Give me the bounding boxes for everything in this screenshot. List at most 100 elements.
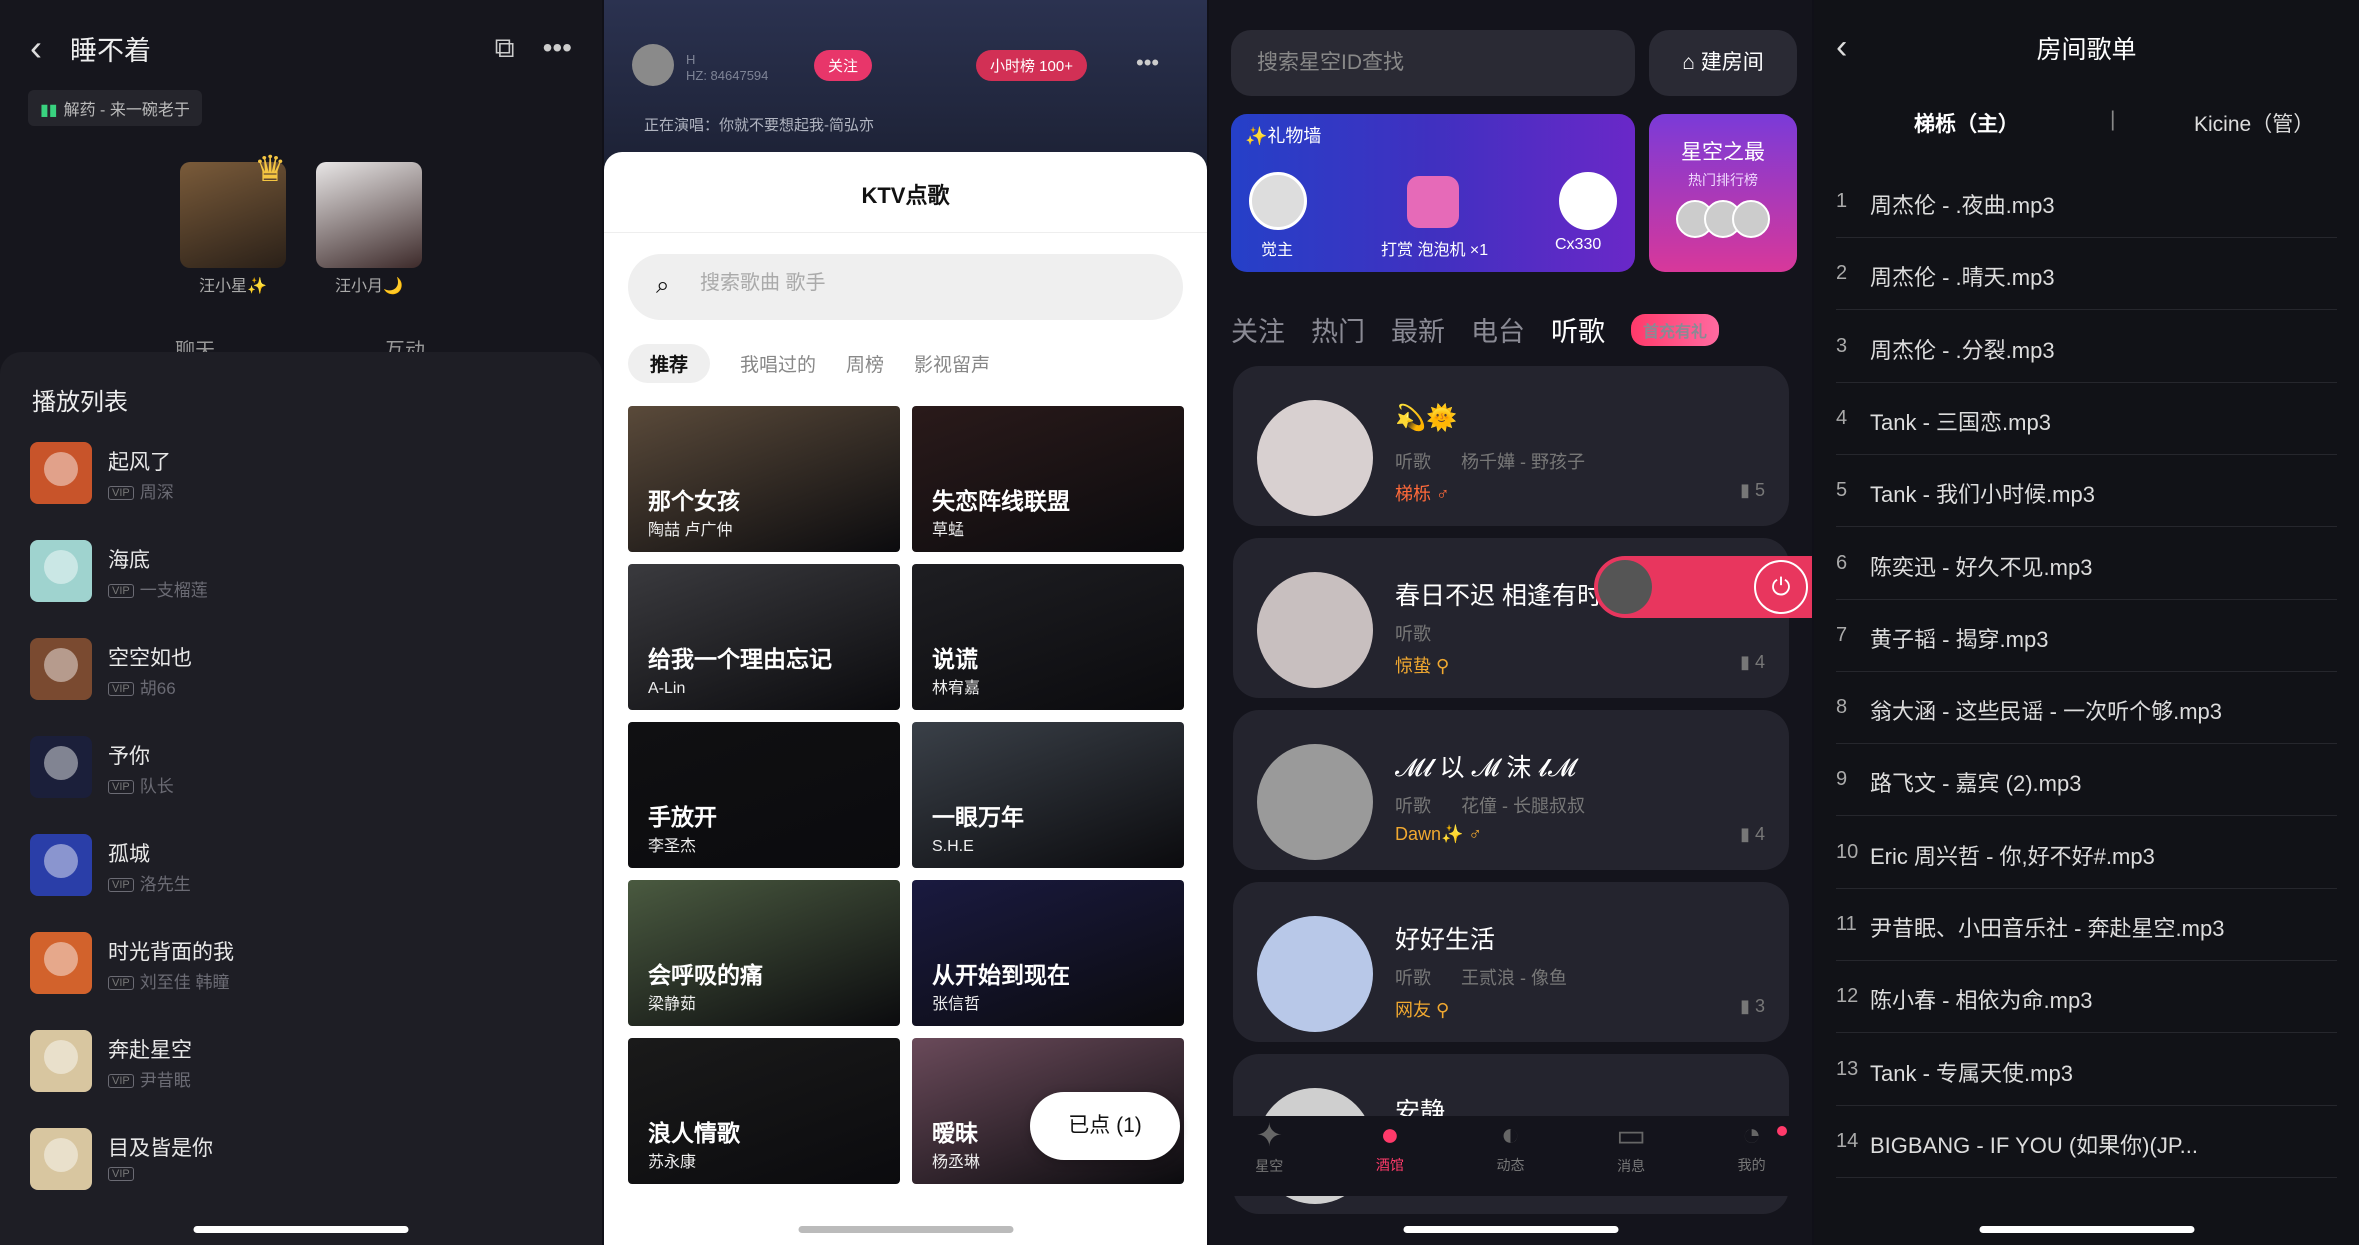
album-cover xyxy=(30,1128,92,1190)
ktv-song-card[interactable]: 一眼万年 S.H.E xyxy=(912,722,1184,868)
ktv-song-card[interactable]: 会呼吸的痛 梁静茹 xyxy=(628,880,900,1026)
avatar xyxy=(1598,560,1652,614)
playlist-item[interactable]: 孤城 VIP 洛先生 xyxy=(30,834,570,904)
ktv-song-card[interactable]: 浪人情歌 苏永康 xyxy=(628,1038,900,1184)
room-card[interactable]: 好好生活 听歌 王贰浪 - 像鱼 网友 ⚲ ▮ 3 xyxy=(1233,882,1789,1042)
owner-name[interactable]: 梯栎（主） xyxy=(1914,108,2019,138)
room-type: 听歌 xyxy=(1395,796,1431,816)
avatar[interactable] xyxy=(632,44,674,86)
ktv-room-header: H HZ: 84647594 关注 小时榜 100+ ••• 正在演唱：你就不要… xyxy=(604,0,1207,160)
queue-row[interactable]: 4 Tank - 三国恋.mp3 xyxy=(1836,383,2337,455)
playlist-item[interactable]: 空空如也 VIP 胡66 xyxy=(30,638,570,708)
avatar xyxy=(1559,172,1617,230)
ktv-tab[interactable]: 我唱过的 xyxy=(740,344,816,383)
room-meta: 听歌 花僮 - 长腿叔叔 xyxy=(1395,792,1585,818)
notification-dot xyxy=(1777,1126,1787,1136)
queue-song: 尹昔眠、小田音乐社 - 奔赴星空.mp3 xyxy=(1870,916,2225,941)
category-tab[interactable]: 热门 xyxy=(1311,310,1365,349)
song-artist-line: VIP xyxy=(108,1164,140,1184)
bottom-tabbar: ✦ 星空 ● 酒馆 ◐ 动态 ▭ 消息 ◔ 我的 xyxy=(1209,1116,1812,1196)
song-artist-line: VIP 周深 xyxy=(108,478,174,503)
admin-name[interactable]: Kicine（管） xyxy=(2194,108,2314,138)
page-title: 房间歌单 xyxy=(2036,36,2137,64)
ranking-banner[interactable]: 星空之最 热门排行榜 xyxy=(1649,114,1797,272)
song-search-input[interactable] xyxy=(700,272,1100,295)
more-icon[interactable]: ••• xyxy=(1136,50,1159,76)
ktv-song-card[interactable]: 失恋阵线联盟 草蜢 xyxy=(912,406,1184,552)
song-artist-line: VIP 刘至佳 韩瞳 xyxy=(108,968,229,993)
playlist-item[interactable]: 时光背面的我 VIP 刘至佳 韩瞳 xyxy=(30,932,570,1002)
song-title: 海底 xyxy=(108,549,150,572)
category-tab[interactable]: 关注 xyxy=(1231,310,1285,349)
queue-row[interactable]: 7 黄子韬 - 揭穿.mp3 xyxy=(1836,600,2337,672)
tabbar-item[interactable]: ✦ 星空 xyxy=(1209,1116,1330,1196)
follow-button[interactable]: 关注 xyxy=(814,50,873,81)
room-avatar xyxy=(1257,400,1373,516)
room-panel: ‹ 睡不着 ⧉ ••• ▮▮ 解药 - 来一碗老于 ♛ 汪小星✨ 汪小月🌙 聊天互… xyxy=(0,0,602,1245)
mic-seat-2[interactable] xyxy=(316,162,422,268)
equalizer-icon: ▮▮ xyxy=(40,102,58,119)
queue-row[interactable]: 1 周杰伦 - .夜曲.mp3 xyxy=(1836,166,2337,238)
ktv-tab[interactable]: 推荐 xyxy=(628,344,711,383)
room-meta: 听歌 杨千嬅 - 野孩子 xyxy=(1395,448,1585,474)
queue-row[interactable]: 5 Tank - 我们小时候.mp3 xyxy=(1836,455,2337,528)
song-artist-line: VIP 洛先生 xyxy=(108,870,191,895)
crown-icon: ♛ xyxy=(254,148,287,189)
ktv-song-card[interactable]: 给我一个理由忘记 A-Lin xyxy=(628,564,900,710)
ktv-song-card[interactable]: 手放开 李圣杰 xyxy=(628,722,900,868)
ktv-song-title: 那个女孩 xyxy=(648,488,740,514)
playlist-item[interactable]: 奔赴星空 VIP 尹昔眠 xyxy=(30,1030,570,1100)
queue-row[interactable]: 6 陈奕迅 - 好久不见.mp3 xyxy=(1836,528,2337,600)
ktv-song-card[interactable]: 说谎 林宥嘉 xyxy=(912,564,1184,710)
hourly-rank-badge[interactable]: 小时榜 100+ xyxy=(976,50,1087,81)
tabbar-item[interactable]: ◔ 我的 xyxy=(1691,1116,1812,1196)
song-artist-line: VIP 胡66 xyxy=(108,674,176,699)
picked-songs-button[interactable]: 已点 (1) xyxy=(1030,1092,1180,1160)
back-icon[interactable]: ‹ xyxy=(1836,28,1847,67)
ktv-song-card[interactable]: 从开始到现在 张信哲 xyxy=(912,880,1184,1026)
more-icon[interactable]: ••• xyxy=(543,32,572,64)
playlist-item[interactable]: 目及皆是你 VIP xyxy=(30,1128,570,1198)
floating-room-pill[interactable]: ⏻ xyxy=(1594,556,1812,618)
tabbar-item[interactable]: ◐ 动态 xyxy=(1450,1116,1571,1196)
back-icon[interactable]: ‹ xyxy=(30,27,70,69)
category-tab[interactable]: 最新 xyxy=(1391,310,1445,349)
queue-row[interactable]: 9 路飞文 - 嘉宾 (2).mp3 xyxy=(1836,744,2337,817)
create-room-button[interactable]: ⌂ 建房间 xyxy=(1649,30,1797,96)
playlist-item[interactable]: 予你 VIP 队长 xyxy=(30,736,570,806)
separator: | xyxy=(2110,108,2116,131)
tabbar-item[interactable]: ● 酒馆 xyxy=(1330,1116,1451,1196)
now-playing-chip[interactable]: ▮▮ 解药 - 来一碗老于 xyxy=(28,90,202,126)
tabbar-item[interactable]: ▭ 消息 xyxy=(1571,1116,1692,1196)
star-id-search[interactable]: 搜索星空ID查找 xyxy=(1231,30,1635,96)
power-icon[interactable]: ⏻ xyxy=(1754,560,1808,614)
ktv-song-title: 失恋阵线联盟 xyxy=(932,488,1070,514)
queue-song: 陈奕迅 - 好久不见.mp3 xyxy=(1870,554,2093,580)
avatar xyxy=(1249,172,1307,230)
category-tab[interactable]: 电台 xyxy=(1471,310,1525,349)
song-artist: 队长 xyxy=(139,777,174,796)
ktv-song-card[interactable]: 那个女孩 陶喆 卢广仲 xyxy=(628,406,900,552)
playlist-item[interactable]: 海底 VIP 一支榴莲 xyxy=(30,540,570,610)
queue-row[interactable]: 11 尹昔眠、小田音乐社 - 奔赴星空.mp3 xyxy=(1836,889,2337,961)
room-card[interactable]: 💫🌞 听歌 杨千嬅 - 野孩子 梯栎 ♂ ▮ 5 xyxy=(1233,366,1789,526)
song-title: 奔赴星空 xyxy=(108,1039,192,1062)
queue-row[interactable]: 3 周杰伦 - .分裂.mp3 xyxy=(1836,311,2337,383)
queue-row[interactable]: 13 Tank - 专属天使.mp3 xyxy=(1836,1034,2337,1106)
room-card[interactable]: 𝓜𝓵 以 𝓜 沫 𝓵𝓜 听歌 花僮 - 长腿叔叔 Dawn✨ ♂ ▮ 4 xyxy=(1233,710,1789,870)
queue-row[interactable]: 2 周杰伦 - .晴天.mp3 xyxy=(1836,238,2337,311)
queue-row[interactable]: 12 陈小春 - 相依为命.mp3 xyxy=(1836,961,2337,1034)
playlist-item[interactable]: 起风了 VIP 周深 xyxy=(30,442,570,512)
category-tab[interactable]: 听歌 xyxy=(1551,310,1605,349)
gift-wall-banner[interactable]: ✨礼物墙 觉主 打赏 泡泡机 ×1 Cx330 xyxy=(1231,114,1635,272)
song-search-box[interactable]: ⌕ xyxy=(628,254,1183,320)
first-charge-promo[interactable]: 首充有礼 xyxy=(1631,313,1720,346)
queue-row[interactable]: 10 Eric 周兴哲 - 你,好不好#.mp3 xyxy=(1836,817,2337,889)
queue-row[interactable]: 14 BIGBANG - IF YOU (如果你)(JP... xyxy=(1836,1106,2337,1178)
now-singing-text: 正在演唱：你就不要想起我-简弘亦 xyxy=(644,117,874,134)
ktv-tab[interactable]: 周榜 xyxy=(846,344,884,383)
ktv-tab[interactable]: 影视留声 xyxy=(914,344,990,383)
ktv-song-artist: 梁静茹 xyxy=(648,996,697,1013)
minimize-window-icon[interactable]: ⧉ xyxy=(495,32,515,65)
queue-row[interactable]: 8 翁大涵 - 这些民谣 - 一次听个够.mp3 xyxy=(1836,672,2337,745)
